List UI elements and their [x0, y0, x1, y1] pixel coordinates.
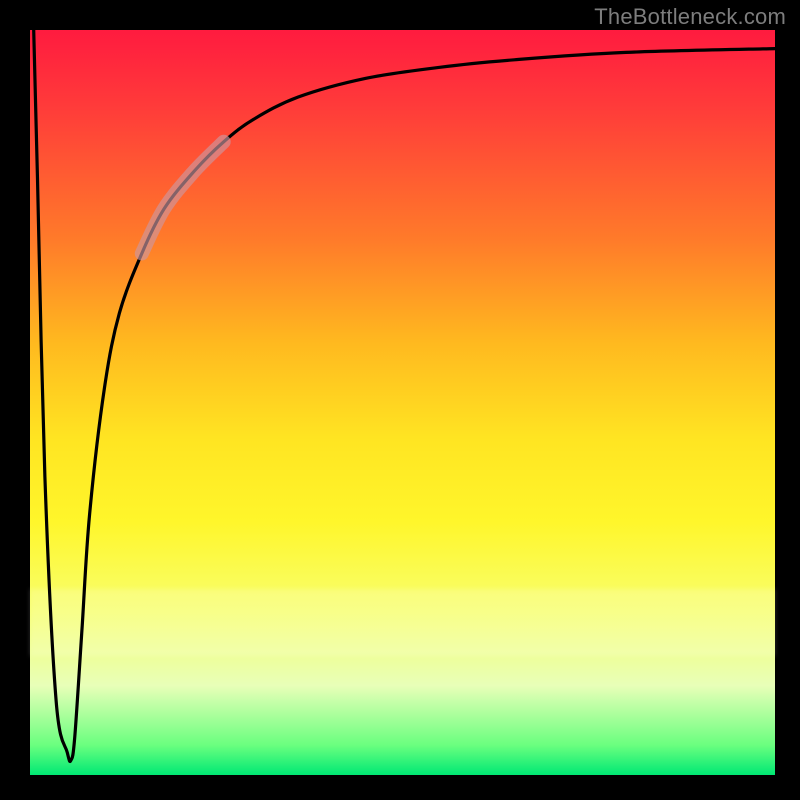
curve-layer — [30, 30, 775, 775]
attribution-label: TheBottleneck.com — [594, 4, 786, 30]
curve-highlight-icon — [142, 142, 224, 254]
bottleneck-curve — [34, 30, 775, 761]
chart-frame: TheBottleneck.com — [0, 0, 800, 800]
plot-area — [30, 30, 775, 775]
